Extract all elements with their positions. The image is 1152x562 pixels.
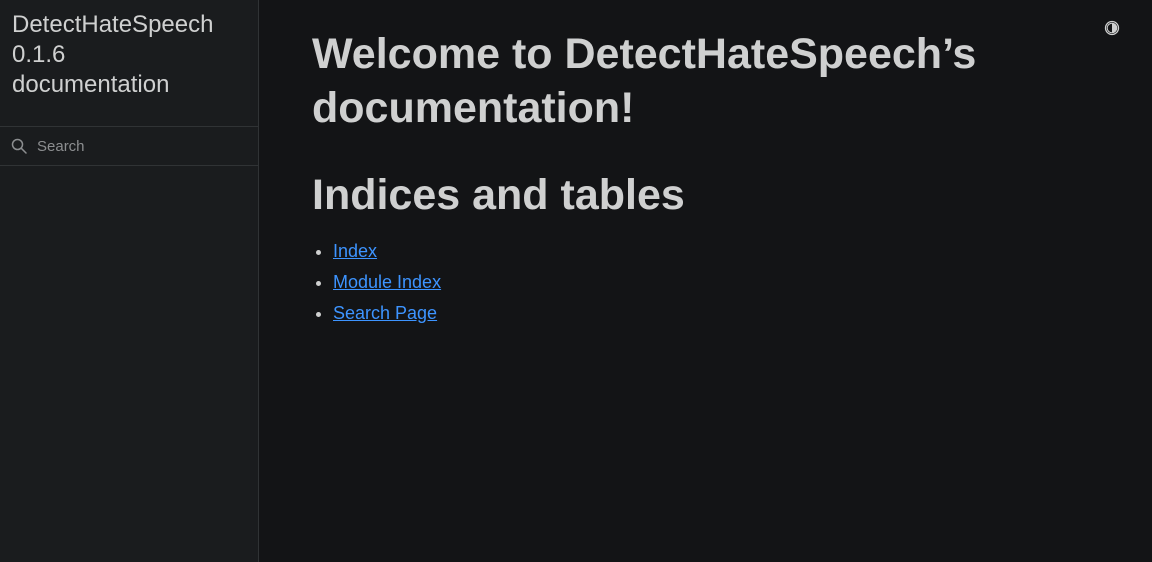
brand-project-name: DetectHateSpeech — [12, 11, 214, 38]
page-title: Welcome to DetectHateSpeech’s documentat… — [312, 30, 977, 132]
sidebar: DetectHateSpeech 0.1.6 documentation — [0, 0, 259, 562]
indices-list: Index Module Index Search Page — [312, 241, 1152, 324]
page: DetectHateSpeech 0.1.6 documentation Wel… — [0, 0, 1152, 562]
search-input[interactable] — [27, 128, 258, 164]
section-title-indices: Indices and tables — [312, 171, 685, 219]
brand-version: 0.1.6 — [12, 41, 66, 68]
list-item: Index — [333, 241, 1152, 262]
main-content: Welcome to DetectHateSpeech’s documentat… — [259, 0, 1152, 562]
sidebar-brand-link[interactable]: DetectHateSpeech 0.1.6 documentation — [0, 0, 258, 127]
contrast-icon — [1104, 20, 1120, 36]
module-index-link[interactable]: Module Index — [333, 272, 441, 292]
index-link[interactable]: Index — [333, 241, 377, 261]
search-page-link[interactable]: Search Page — [333, 303, 437, 323]
list-item: Module Index — [333, 272, 1152, 293]
list-item: Search Page — [333, 303, 1152, 324]
sidebar-search — [0, 127, 258, 166]
brand-documentation: documentation — [12, 71, 170, 98]
search-icon — [11, 138, 27, 154]
theme-toggle-button[interactable] — [1103, 19, 1121, 37]
